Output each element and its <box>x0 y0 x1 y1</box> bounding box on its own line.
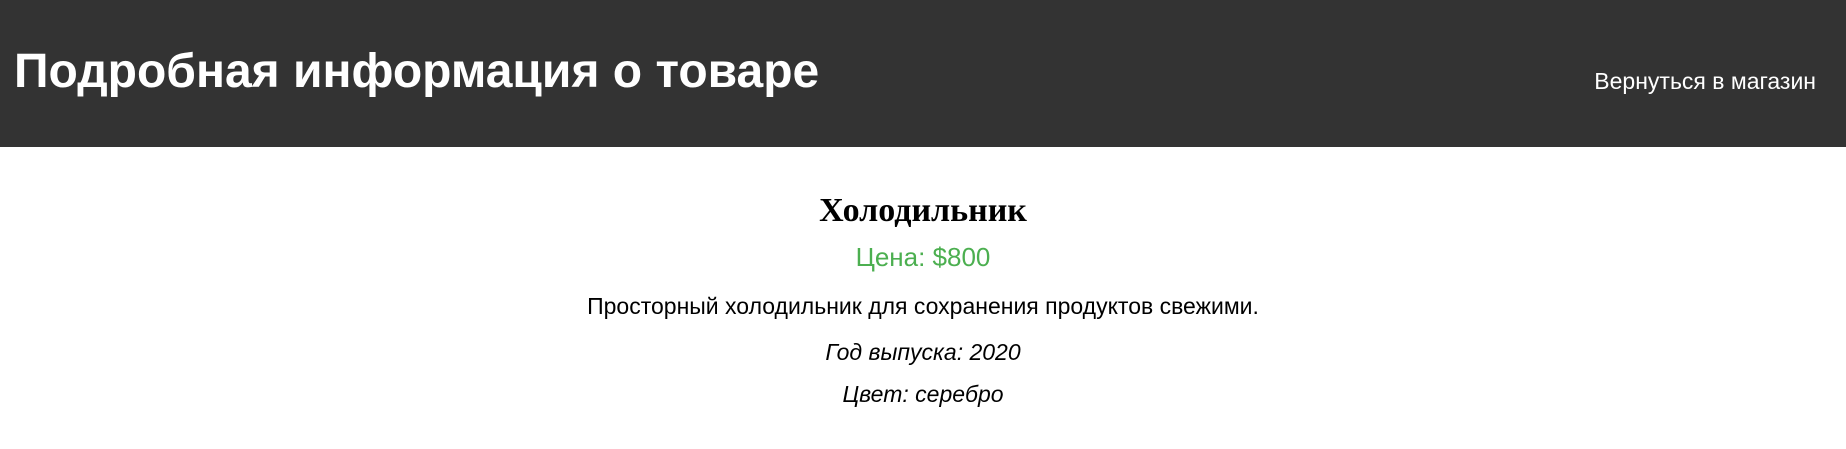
back-to-shop-link[interactable]: Вернуться в магазин <box>1594 67 1816 95</box>
product-name: Холодильник <box>819 192 1027 229</box>
page-title: Подробная информация о товаре <box>14 45 820 98</box>
page-header: Подробная информация о товаре Вернуться … <box>0 0 1846 147</box>
product-price: Цена: $800 <box>855 242 991 272</box>
product-description: Просторный холодильник для сохранения пр… <box>587 293 1259 319</box>
product-year: Год выпуска: 2020 <box>825 339 1021 365</box>
product-details: Холодильник Цена: $800 Просторный холоди… <box>0 147 1846 408</box>
product-color: Цвет: серебро <box>842 381 1004 407</box>
